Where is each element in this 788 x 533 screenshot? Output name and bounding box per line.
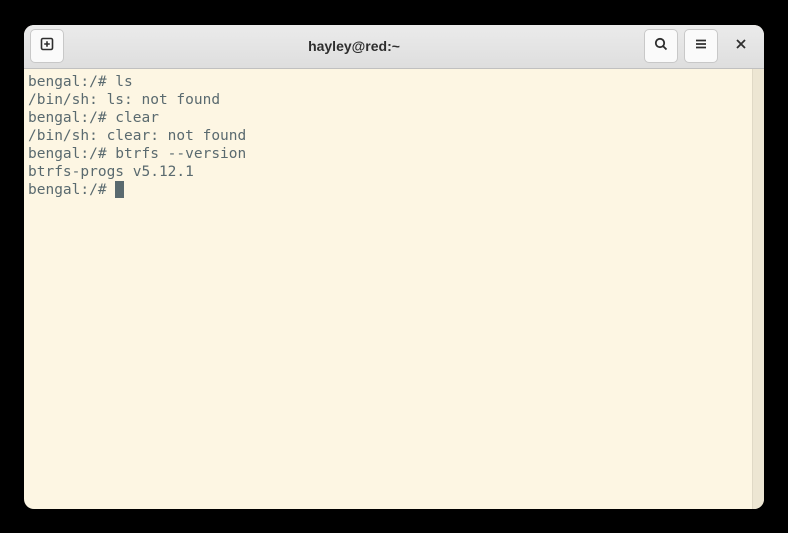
terminal-line: btrfs-progs v5.12.1: [28, 163, 748, 181]
terminal-line: /bin/sh: ls: not found: [28, 91, 748, 109]
new-tab-icon: [39, 36, 55, 57]
titlebar: hayley@red:~: [24, 25, 764, 69]
terminal-line: bengal:/# ls: [28, 73, 748, 91]
close-icon: [733, 36, 749, 57]
terminal-window: hayley@red:~: [24, 25, 764, 509]
terminal-line: /bin/sh: clear: not found: [28, 127, 748, 145]
menu-button[interactable]: [684, 29, 718, 63]
window-title: hayley@red:~: [70, 38, 638, 54]
new-tab-button[interactable]: [30, 29, 64, 63]
close-button[interactable]: [724, 29, 758, 63]
terminal-line: bengal:/# clear: [28, 109, 748, 127]
terminal-line: bengal:/# btrfs --version: [28, 145, 748, 163]
search-icon: [653, 36, 669, 57]
cursor-block: [115, 181, 124, 198]
terminal-body: bengal:/# ls/bin/sh: ls: not foundbengal…: [24, 69, 764, 509]
terminal-output[interactable]: bengal:/# ls/bin/sh: ls: not foundbengal…: [24, 69, 752, 509]
terminal-prompt-line: bengal:/#: [28, 181, 748, 199]
hamburger-icon: [693, 36, 709, 57]
terminal-prompt: bengal:/#: [28, 182, 115, 198]
scrollbar[interactable]: [752, 69, 764, 509]
search-button[interactable]: [644, 29, 678, 63]
